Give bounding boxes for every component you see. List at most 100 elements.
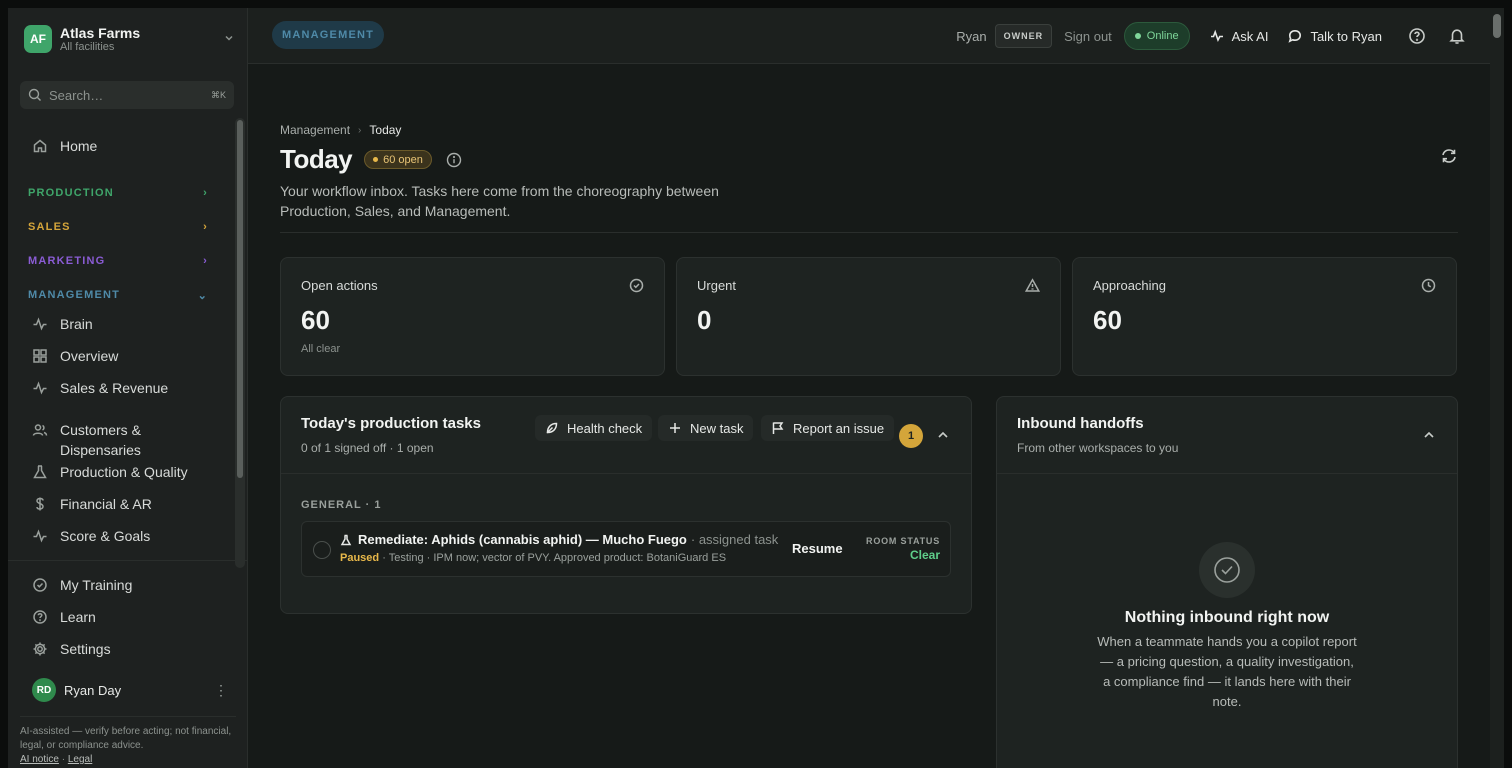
sidebar-item-financial[interactable]: Financial & AR bbox=[32, 494, 152, 514]
sidebar-item-score-goals[interactable]: Score & Goals bbox=[32, 526, 150, 546]
legal-link[interactable]: Legal bbox=[68, 754, 92, 765]
section-marketing[interactable]: MARKETING › bbox=[28, 253, 208, 269]
status-badge[interactable]: Online bbox=[1123, 22, 1190, 50]
sidebar-item-label: Brain bbox=[60, 316, 93, 332]
task-row[interactable]: Remediate: Aphids (cannabis aphid) — Muc… bbox=[301, 521, 951, 577]
sidebar-item-customers[interactable]: Customers & Dispensaries bbox=[32, 420, 141, 460]
stat-value: 60 bbox=[301, 305, 330, 335]
search-shortcut: ⌘K bbox=[210, 89, 226, 100]
chevron-down-icon bbox=[222, 32, 236, 47]
talk-to-button[interactable]: Talk to Ryan bbox=[1288, 29, 1382, 44]
page-scroll-thumb[interactable] bbox=[1493, 14, 1501, 38]
stat-sub: All clear bbox=[301, 343, 341, 355]
link-separator: · bbox=[61, 754, 66, 765]
info-icon[interactable] bbox=[446, 152, 462, 168]
sidebar-scroll-thumb[interactable] bbox=[237, 120, 243, 478]
new-task-label: New task bbox=[690, 420, 744, 436]
breadcrumb: Management › Today bbox=[280, 123, 401, 137]
report-issue-label: Report an issue bbox=[793, 420, 885, 436]
leaf-icon bbox=[546, 422, 558, 434]
more-vertical-icon[interactable]: ⋮ bbox=[214, 682, 228, 699]
flask-icon bbox=[33, 465, 47, 479]
breadcrumb-today: Today bbox=[369, 123, 402, 137]
flask-icon bbox=[340, 534, 352, 545]
search-box[interactable]: ⌘K bbox=[20, 81, 234, 109]
activity-icon bbox=[1210, 29, 1223, 43]
card-subtitle: From other workspaces to you bbox=[1017, 441, 1179, 455]
sidebar-item-label: Score & Goals bbox=[60, 528, 151, 544]
home-icon bbox=[33, 139, 47, 153]
ai-disclaimer: AI-assisted — verify before acting; not … bbox=[20, 716, 236, 767]
section-sales[interactable]: SALES › bbox=[28, 219, 208, 235]
sidebar-item-label: Settings bbox=[60, 641, 111, 657]
sidebar-item-sales-revenue[interactable]: Sales & Revenue bbox=[32, 378, 168, 398]
page-scrollbar[interactable] bbox=[1490, 8, 1504, 768]
section-label: SALES bbox=[28, 221, 71, 233]
health-check-label: Health check bbox=[567, 420, 643, 436]
chevron-right-icon: › bbox=[203, 255, 208, 267]
activity-icon bbox=[33, 317, 47, 331]
stat-card-approaching: Approaching 60 bbox=[1072, 257, 1457, 376]
stat-label: Urgent bbox=[697, 278, 737, 293]
sidebar-item-learn[interactable]: Learn bbox=[32, 607, 96, 627]
sidebar-item-overview[interactable]: Overview bbox=[32, 346, 118, 366]
sign-out-link[interactable]: Sign out bbox=[1064, 29, 1112, 44]
org-subtitle: All facilities bbox=[60, 40, 115, 53]
section-production[interactable]: PRODUCTION › bbox=[28, 185, 208, 201]
chevron-up-icon[interactable] bbox=[935, 427, 951, 443]
ask-ai-button[interactable]: Ask AI bbox=[1210, 29, 1268, 44]
new-task-button[interactable]: New task bbox=[658, 415, 754, 441]
chevron-right-icon: › bbox=[358, 124, 362, 136]
help-circle-icon[interactable] bbox=[1408, 27, 1426, 45]
sidebar-item-label-line2: Dispensaries bbox=[60, 442, 141, 458]
warning-icon bbox=[1024, 278, 1041, 293]
flag-icon bbox=[772, 422, 784, 434]
refresh-icon[interactable] bbox=[1440, 147, 1458, 165]
task-details: · Testing · IPM now; vector of PVY. Appr… bbox=[379, 552, 727, 564]
search-input[interactable] bbox=[49, 87, 199, 103]
org-switcher[interactable]: AF Atlas Farms All facilities bbox=[24, 22, 236, 56]
org-avatar: AF bbox=[24, 25, 52, 53]
section-label: MARKETING bbox=[28, 255, 106, 267]
user-menu[interactable]: RD Ryan Day ⋮ bbox=[32, 678, 228, 702]
health-check-button[interactable]: Health check bbox=[535, 415, 653, 441]
sidebar-item-home[interactable]: Home bbox=[32, 136, 97, 156]
sidebar-item-settings[interactable]: Settings bbox=[32, 639, 111, 659]
sidebar-item-label: Sales & Revenue bbox=[60, 380, 169, 396]
chevron-up-icon[interactable] bbox=[1421, 427, 1437, 443]
sidebar-item-production-quality[interactable]: Production & Quality bbox=[32, 462, 188, 482]
task-status: Paused bbox=[340, 552, 380, 564]
workspace-pill[interactable]: MANAGEMENT bbox=[272, 21, 385, 49]
room-status-label: ROOM STATUS bbox=[866, 536, 940, 546]
section-management[interactable]: MANAGEMENT ⌄ bbox=[28, 287, 208, 303]
sidebar-item-label: Overview bbox=[60, 348, 119, 364]
card-title: Inbound handoffs bbox=[1017, 415, 1144, 432]
divider bbox=[280, 232, 1458, 233]
status-label: Online bbox=[1146, 30, 1179, 42]
ai-notice-link[interactable]: AI notice bbox=[20, 754, 59, 765]
empty-state-text: When a teammate hands you a copilot repo… bbox=[1097, 634, 1357, 709]
task-checkbox[interactable] bbox=[313, 541, 331, 559]
avatar: RD bbox=[32, 678, 56, 702]
sidebar-item-brain[interactable]: Brain bbox=[32, 314, 93, 334]
users-icon bbox=[32, 424, 48, 436]
chevron-down-icon: ⌄ bbox=[197, 289, 208, 302]
topbar: MANAGEMENT Ryan OWNER Sign out Online As… bbox=[248, 8, 1490, 64]
inbound-handoffs-card: Inbound handoffs From other workspaces t… bbox=[996, 396, 1458, 768]
bell-icon[interactable] bbox=[1448, 27, 1466, 45]
org-name: Atlas Farms bbox=[60, 24, 141, 41]
breadcrumb-management[interactable]: Management bbox=[280, 123, 350, 137]
plus-icon bbox=[670, 423, 680, 433]
stat-value: 0 bbox=[697, 305, 712, 335]
search-icon bbox=[28, 88, 42, 102]
resume-button[interactable]: Resume bbox=[792, 541, 843, 556]
talk-to-label: Talk to Ryan bbox=[1310, 28, 1382, 44]
sidebar-item-my-training[interactable]: My Training bbox=[32, 575, 132, 595]
report-issue-button[interactable]: Report an issue bbox=[761, 415, 895, 441]
stat-value: 60 bbox=[1093, 305, 1122, 335]
open-count-badge: 60 open bbox=[364, 150, 432, 169]
page-description: Your workflow inbox. Tasks here come fro… bbox=[280, 183, 719, 219]
stat-card-urgent: Urgent 0 bbox=[676, 257, 1061, 376]
help-circle-icon bbox=[33, 610, 47, 624]
sidebar-scrollbar[interactable] bbox=[235, 118, 245, 568]
